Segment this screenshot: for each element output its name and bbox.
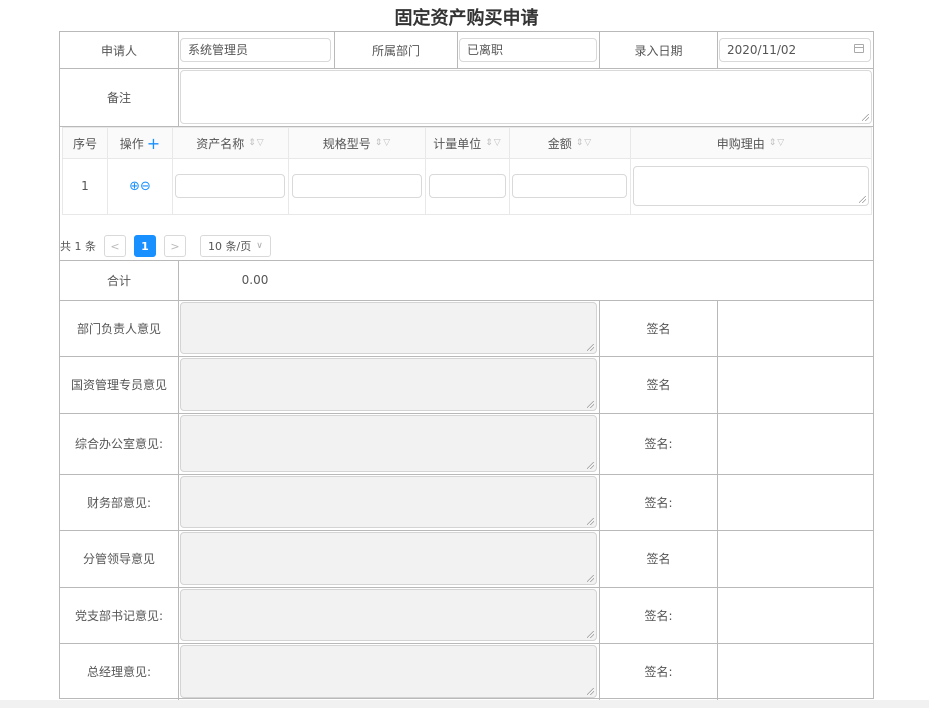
opinion-label: 分管领导意见	[82, 552, 155, 566]
pager-total: 共 1 条	[60, 240, 96, 253]
sign-label: 签名:	[644, 437, 673, 451]
resize-grip-icon	[587, 462, 594, 469]
sort-filter-icon[interactable]: ⇕▽	[248, 138, 264, 148]
resize-grip-icon	[587, 401, 594, 408]
sign-label: 签名	[646, 552, 671, 566]
resize-grip-icon	[859, 196, 866, 203]
opinion-textarea	[180, 645, 597, 698]
pagination: 共 1 条 < 1 > 10 条/页 ∨	[60, 234, 271, 258]
opinion-label: 国资管理专员意见	[70, 378, 167, 392]
add-row-icon[interactable]: +	[147, 134, 160, 153]
purchase-form: 申请人 系统管理员 所属部门 已离职 录入日期 2020/11/02 备注 序号…	[59, 31, 874, 700]
dept-input[interactable]: 已离职	[459, 38, 597, 62]
row-actions: ⊕ ⊖	[108, 158, 172, 214]
remark-label: 备注	[106, 90, 131, 105]
col-actions: 操作 +	[119, 133, 161, 153]
sign-label: 签名:	[644, 495, 673, 510]
total-label: 合计	[106, 273, 131, 288]
chevron-down-icon: ∨	[256, 241, 263, 251]
col-reason[interactable]: 申购理由 ⇕▽	[631, 128, 871, 158]
opinion-label: 总经理意见:	[86, 665, 152, 679]
amount-input[interactable]	[512, 174, 627, 198]
sort-filter-icon[interactable]: ⇕▽	[375, 138, 391, 148]
spec-input[interactable]	[292, 174, 422, 198]
opinion-label: 部门负责人意见	[76, 321, 161, 336]
opinion-label: 财务部意见:	[86, 495, 152, 510]
calendar-icon	[854, 44, 864, 53]
date-picker[interactable]: 2020/11/02	[719, 38, 871, 62]
col-unit[interactable]: 计量单位 ⇕▽	[426, 128, 509, 158]
pager-prev-button[interactable]: <	[104, 235, 126, 257]
add-circle-icon[interactable]: ⊕	[129, 179, 140, 194]
sort-filter-icon[interactable]: ⇕▽	[485, 138, 501, 148]
resize-grip-icon	[587, 344, 594, 351]
pager-page-1[interactable]: 1	[134, 235, 156, 257]
asset-name-input[interactable]	[175, 174, 285, 198]
opinion-label: 综合办公室意见:	[74, 437, 164, 451]
sign-label: 签名	[646, 378, 671, 392]
dept-label: 所属部门	[371, 43, 420, 58]
opinion-textarea	[180, 302, 597, 354]
opinion-textarea	[180, 589, 597, 641]
sign-label: 签名	[646, 321, 671, 336]
total-value: 0.00	[241, 273, 269, 287]
resize-grip-icon	[862, 114, 869, 121]
opinion-textarea	[180, 415, 597, 472]
page-size-select[interactable]: 10 条/页 ∨	[200, 235, 271, 257]
pager-next-button[interactable]: >	[164, 235, 186, 257]
resize-grip-icon	[587, 575, 594, 582]
asset-grid: 序号 操作 + 资产名称 ⇕▽ 规格型号 ⇕▽ 计量单位 ⇕▽ 金额 ⇕▽ 申购理由 ⇕▽ …	[62, 127, 872, 215]
sort-filter-icon[interactable]: ⇕▽	[576, 138, 592, 148]
sign-label: 签名:	[644, 608, 673, 623]
sort-filter-icon[interactable]: ⇕▽	[769, 138, 785, 148]
row-index: 1	[81, 179, 89, 193]
applicant-input[interactable]: 系统管理员	[180, 38, 331, 62]
remove-circle-icon[interactable]: ⊖	[140, 179, 151, 194]
col-asset-name[interactable]: 资产名称 ⇕▽	[173, 128, 288, 158]
col-spec[interactable]: 规格型号 ⇕▽	[289, 128, 425, 158]
opinion-textarea	[180, 358, 597, 411]
col-amount[interactable]: 金额 ⇕▽	[510, 128, 630, 158]
unit-input[interactable]	[429, 174, 506, 198]
date-label: 录入日期	[634, 43, 683, 58]
horizontal-scrollbar[interactable]	[0, 700, 929, 708]
applicant-label: 申请人	[100, 43, 137, 58]
page-title: 固定资产购买申请	[394, 8, 539, 29]
opinion-textarea	[180, 532, 597, 585]
resize-grip-icon	[587, 631, 594, 638]
remark-textarea[interactable]	[180, 70, 872, 124]
resize-grip-icon	[587, 518, 594, 525]
date-value: 2020/11/02	[727, 43, 797, 57]
resize-grip-icon	[587, 688, 594, 695]
reason-textarea[interactable]	[633, 166, 869, 206]
sign-label: 签名:	[644, 665, 673, 679]
col-index: 序号	[72, 136, 97, 151]
opinion-label: 党支部书记意见:	[74, 608, 164, 623]
opinion-textarea	[180, 476, 597, 528]
